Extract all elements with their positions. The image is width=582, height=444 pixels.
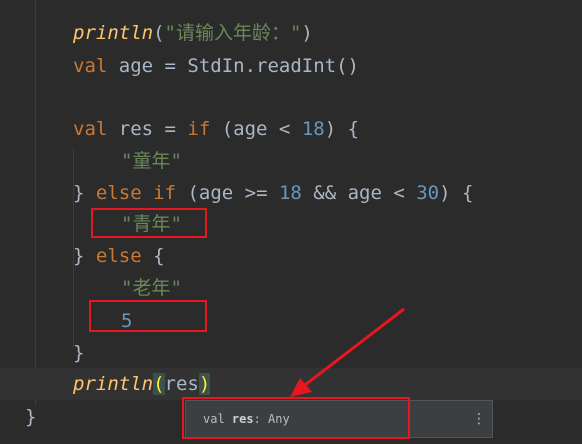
string-literal: "童年" xyxy=(121,150,182,172)
function-name: println xyxy=(73,22,154,44)
code-editor[interactable]: println("请输入年龄：") val age = StdIn.readIn… xyxy=(0,0,582,444)
code-line-11: } xyxy=(73,342,85,364)
code-line-5: "童年" xyxy=(121,145,182,177)
more-vertical-icon[interactable]: ⋮ xyxy=(472,409,486,429)
string-literal: "请输入年龄：" xyxy=(164,22,302,44)
code-line-6: } else if (age >= 18 && age < 30) { xyxy=(73,182,474,204)
code-line-1: println("请输入年龄：") xyxy=(73,22,313,44)
indent-guide xyxy=(35,0,36,405)
code-line-13: } xyxy=(25,406,37,428)
keyword: val xyxy=(73,55,108,77)
code-line-8: } else { xyxy=(73,245,165,267)
code-line-2: val age = StdIn.readInt() xyxy=(73,55,359,77)
matched-bracket: ) xyxy=(198,373,211,395)
matched-bracket: ( xyxy=(153,373,165,395)
annotation-box-five xyxy=(89,300,207,332)
function-name: println xyxy=(73,373,154,395)
annotation-box-popup xyxy=(182,397,410,439)
annotation-box-youth xyxy=(91,208,207,238)
current-line[interactable]: println(res) xyxy=(0,368,582,400)
string-literal: "老年" xyxy=(121,277,182,299)
code-line-4: val res = if (age < 18) { xyxy=(73,118,360,140)
